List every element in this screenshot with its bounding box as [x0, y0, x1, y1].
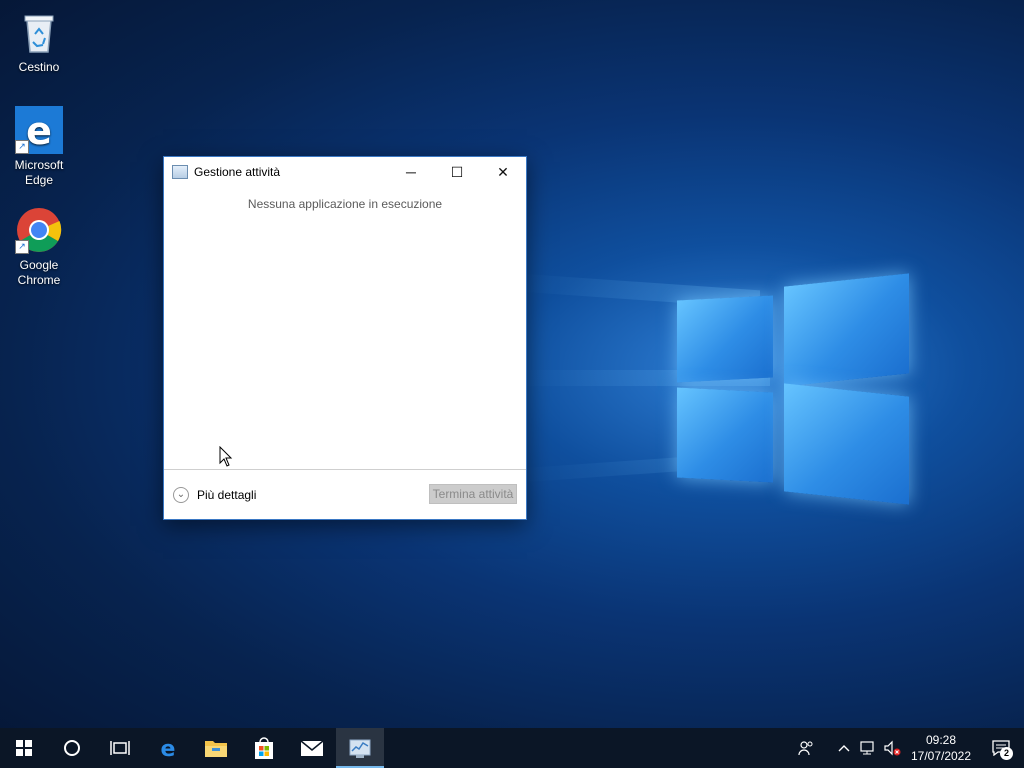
cortana-icon	[64, 740, 80, 756]
desktop-icon-label: Cestino	[18, 60, 60, 74]
network-icon[interactable]	[856, 728, 880, 768]
shortcut-arrow-icon: ↗	[15, 140, 29, 154]
windows-start-icon	[16, 740, 32, 756]
start-button[interactable]	[0, 728, 48, 768]
desktop-icon-label: Google Chrome	[17, 258, 61, 287]
recycle-bin-icon	[15, 8, 63, 56]
people-icon[interactable]	[794, 728, 818, 768]
chevron-up-icon[interactable]	[832, 728, 856, 768]
window-title: Gestione attività	[194, 165, 281, 179]
chrome-icon: ↗	[15, 206, 63, 254]
mail-icon	[300, 740, 324, 756]
task-view-button[interactable]	[96, 728, 144, 768]
desktop-icon-chrome[interactable]: ↗ Google Chrome	[2, 206, 76, 288]
desktop-icon-recycle-bin[interactable]: Cestino	[2, 8, 76, 75]
taskbar: e 09:28 17/07/2022 2	[0, 728, 1024, 768]
action-center-button[interactable]: 2	[978, 728, 1024, 768]
desktop-icon-edge[interactable]: e ↗ Microsoft Edge	[2, 106, 76, 188]
minimize-button[interactable]: ─	[388, 157, 434, 187]
notification-count-badge: 2	[1000, 747, 1013, 760]
taskbar-store-button[interactable]	[240, 728, 288, 768]
chevron-down-icon[interactable]: ⌄	[173, 486, 189, 503]
more-details-link[interactable]: Più dettagli	[197, 488, 256, 502]
close-button[interactable]: ✕	[480, 157, 526, 187]
svg-text:e: e	[161, 737, 176, 760]
clock-time: 09:28	[925, 733, 957, 747]
svg-text:e: e	[26, 109, 52, 153]
task-manager-icon	[349, 739, 371, 758]
clock-date: 17/07/2022	[910, 749, 972, 763]
task-view-icon	[110, 741, 130, 755]
cortana-button[interactable]	[48, 728, 96, 768]
wallpaper-windows-logo	[520, 250, 920, 510]
clock[interactable]: 09:28 17/07/2022	[904, 732, 978, 764]
taskbar-edge-button[interactable]: e	[144, 728, 192, 768]
title-bar[interactable]: Gestione attività ─ ☐ ✕	[164, 157, 526, 187]
taskbar-file-explorer-button[interactable]	[192, 728, 240, 768]
volume-muted-icon[interactable]	[880, 728, 904, 768]
task-manager-icon	[172, 165, 188, 179]
task-manager-window[interactable]: Gestione attività ─ ☐ ✕ Nessuna applicaz…	[163, 156, 527, 520]
taskbar-mail-button[interactable]	[288, 728, 336, 768]
edge-icon: e ↗	[15, 106, 63, 154]
maximize-button[interactable]: ☐	[434, 157, 480, 187]
empty-state-message: Nessuna applicazione in esecuzione	[247, 197, 443, 211]
mouse-cursor-icon	[219, 445, 233, 473]
desktop-icon-label: Microsoft Edge	[14, 158, 64, 187]
store-icon	[255, 737, 273, 759]
edge-icon: e	[161, 737, 176, 760]
file-explorer-icon	[205, 741, 227, 757]
end-task-button[interactable]: Termina attività	[429, 484, 517, 504]
taskbar-task-manager-button[interactable]	[336, 728, 384, 768]
system-tray: 09:28 17/07/2022 2	[794, 728, 1024, 768]
window-footer: ⌄ Più dettagli Termina attività	[164, 469, 526, 519]
shortcut-arrow-icon: ↗	[15, 240, 29, 254]
